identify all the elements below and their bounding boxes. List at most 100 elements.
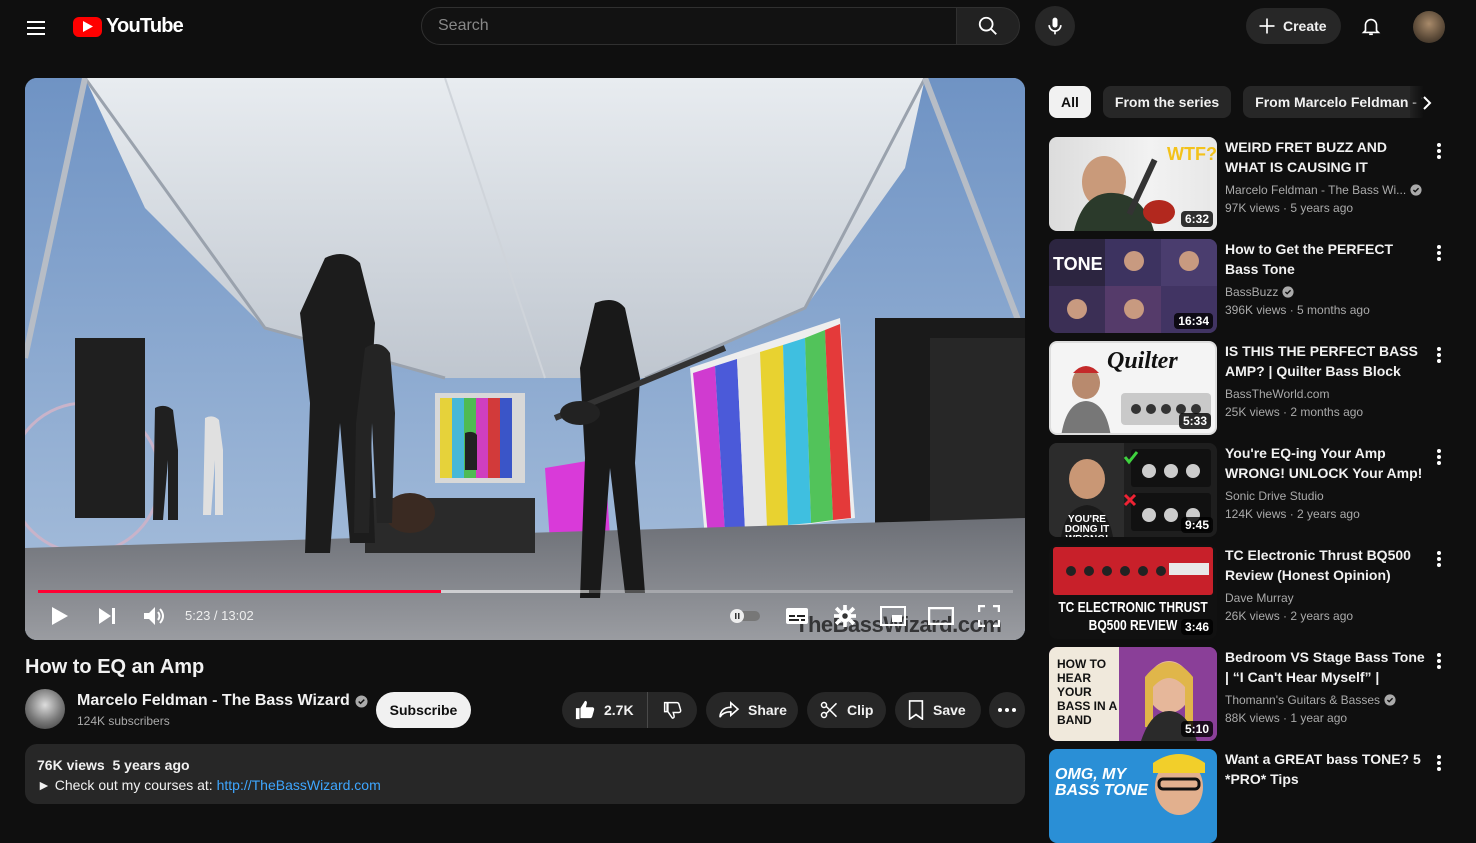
rec-title[interactable]: You're EQ-ing Your Amp WRONG! UNLOCK You…	[1225, 443, 1430, 483]
rec-title[interactable]: Bedroom VS Stage Bass Tone | “I Can't He…	[1225, 647, 1430, 687]
next-button[interactable]	[89, 598, 125, 634]
channel-name-row[interactable]: Marcelo Feldman - The Bass Wizard	[77, 692, 368, 710]
settings-button[interactable]	[827, 598, 863, 634]
save-button[interactable]: Save	[895, 692, 981, 728]
theater-mode-button[interactable]	[923, 598, 959, 634]
rec-channel-row[interactable]: BassBuzz	[1225, 285, 1294, 299]
description-meta: 76K views 5 years ago	[37, 757, 1013, 773]
recommendation-item[interactable]: HOW TO HEAR YOUR BASS IN A BAND 5:10 Bed…	[1049, 647, 1469, 741]
more-vertical-button[interactable]	[1429, 241, 1449, 265]
play-button[interactable]	[42, 598, 78, 634]
clip-button[interactable]: Clip	[807, 692, 886, 728]
rec-channel-row[interactable]: Thomann's Guitars & Basses	[1225, 693, 1396, 707]
more-vertical-icon	[1437, 449, 1441, 465]
scissors-icon	[820, 701, 838, 719]
rec-title[interactable]: WEIRD FRET BUZZ AND WHAT IS CAUSING IT	[1225, 137, 1430, 177]
rec-channel[interactable]: BassBuzz	[1225, 285, 1278, 299]
filter-chips: All From the series From Marcelo Feldman…	[1049, 86, 1439, 118]
skip-next-icon	[99, 608, 115, 624]
recommendation-item[interactable]: YOU'RE DOING IT WRONG! 9:45 You're EQ-in…	[1049, 443, 1469, 537]
video-player[interactable]: TheBassWizard.com 5:23 / 13:02	[25, 78, 1025, 640]
rec-title[interactable]: How to Get the PERFECT Bass Tone	[1225, 239, 1430, 279]
menu-icon[interactable]	[19, 10, 55, 46]
video-duration: 3:46	[1180, 619, 1213, 635]
more-vertical-button[interactable]	[1429, 751, 1449, 775]
chip-all[interactable]: All	[1049, 86, 1091, 118]
courses-link[interactable]: http://TheBassWizard.com	[217, 777, 381, 793]
chip-from-series[interactable]: From the series	[1102, 86, 1232, 118]
search-icon	[978, 16, 997, 35]
gear-icon	[834, 605, 856, 627]
more-vertical-button[interactable]	[1429, 649, 1449, 673]
subtitles-button[interactable]	[779, 598, 815, 634]
video-thumbnail[interactable]: YOU'RE DOING IT WRONG! 9:45	[1049, 443, 1217, 537]
rec-title[interactable]: Want a GREAT bass TONE? 5 *PRO* Tips	[1225, 749, 1430, 789]
rec-channel[interactable]: Thomann's Guitars & Basses	[1225, 693, 1380, 707]
video-duration: 9:45	[1180, 517, 1213, 533]
recommendation-item[interactable]: WTF? 6:32 WEIRD FRET BUZZ AND WHAT IS CA…	[1049, 137, 1469, 231]
autoplay-toggle[interactable]	[727, 598, 763, 634]
video-frame	[25, 78, 1025, 640]
video-thumbnail[interactable]: WTF? 6:32	[1049, 137, 1217, 231]
like-dislike-group: 2.7K	[562, 692, 697, 728]
thumbnail-text: OMG, MY BASS TONE	[1055, 766, 1149, 799]
rec-channel-row[interactable]: BassTheWorld.com	[1225, 387, 1329, 401]
rec-title[interactable]: TC Electronic Thrust BQ500 Review (Hones…	[1225, 545, 1430, 585]
player-controls: 5:23 / 13:02	[25, 598, 1025, 638]
like-button[interactable]: 2.7K	[562, 692, 648, 728]
progress-bar[interactable]	[38, 590, 1013, 593]
search-input[interactable]	[438, 17, 956, 35]
chips-next-button[interactable]	[1410, 86, 1444, 120]
description-box[interactable]: 76K views 5 years ago ► Check out my cou…	[25, 744, 1025, 804]
rec-meta: 88K views · 1 year ago	[1225, 711, 1348, 725]
share-button[interactable]: Share	[706, 692, 798, 728]
rec-channel[interactable]: BassTheWorld.com	[1225, 387, 1329, 401]
video-thumbnail[interactable]: TC ELECTRONIC THRUST BQ500 REVIEW 3:46	[1049, 545, 1217, 639]
more-actions-button[interactable]	[989, 692, 1025, 728]
video-thumbnail[interactable]: TONE 16:34	[1049, 239, 1217, 333]
account-avatar[interactable]	[1413, 11, 1445, 43]
video-thumbnail[interactable]: Quilter 5:33	[1049, 341, 1217, 435]
recommendation-item[interactable]: TONE 16:34 How to Get the PERFECT Bass T…	[1049, 239, 1469, 333]
rec-channel-row[interactable]: Sonic Drive Studio	[1225, 489, 1324, 503]
voice-search-button[interactable]	[1035, 6, 1075, 46]
channel-avatar[interactable]	[25, 689, 65, 729]
fullscreen-button[interactable]	[971, 598, 1007, 634]
more-vertical-icon	[1437, 143, 1441, 159]
more-vertical-icon	[1437, 245, 1441, 261]
description-text: ► Check out my courses at:	[37, 777, 217, 793]
fullscreen-icon	[978, 605, 1000, 627]
recommendation-item[interactable]: OMG, MY BASS TONE Want a GREAT bass TONE…	[1049, 749, 1469, 843]
rec-channel[interactable]: Sonic Drive Studio	[1225, 489, 1324, 503]
rec-channel-row[interactable]: Dave Murray	[1225, 591, 1294, 605]
channel-name[interactable]: Marcelo Feldman - The Bass Wizard	[77, 692, 350, 710]
search-button[interactable]	[956, 7, 1020, 45]
create-button[interactable]: Create	[1246, 8, 1341, 44]
rec-meta: 25K views · 2 months ago	[1225, 405, 1364, 419]
thumbs-up-icon	[575, 700, 595, 720]
video-thumbnail[interactable]: HOW TO HEAR YOUR BASS IN A BAND 5:10	[1049, 647, 1217, 741]
thumbnail-text: WTF?	[1167, 144, 1217, 164]
notifications-button[interactable]	[1351, 6, 1391, 46]
more-vertical-button[interactable]	[1429, 445, 1449, 469]
video-thumbnail[interactable]: OMG, MY BASS TONE	[1049, 749, 1217, 843]
top-bar: YouTube Create	[0, 0, 1476, 56]
like-count: 2.7K	[604, 702, 634, 718]
dislike-button[interactable]	[648, 692, 696, 728]
volume-button[interactable]	[136, 598, 172, 634]
youtube-play-icon	[73, 16, 102, 37]
time-display: 5:23 / 13:02	[185, 608, 254, 623]
subscribe-button[interactable]: Subscribe	[376, 692, 471, 728]
miniplayer-button[interactable]	[875, 598, 911, 634]
more-vertical-button[interactable]	[1429, 139, 1449, 163]
more-vertical-button[interactable]	[1429, 343, 1449, 367]
youtube-logo[interactable]: YouTube	[73, 15, 184, 38]
more-vertical-button[interactable]	[1429, 547, 1449, 571]
rec-channel[interactable]: Marcelo Feldman - The Bass Wi...	[1225, 183, 1406, 197]
rec-meta: 124K views · 2 years ago	[1225, 507, 1360, 521]
recommendation-item[interactable]: Quilter 5:33 IS THIS THE PERFECT BASS AM…	[1049, 341, 1469, 435]
rec-channel[interactable]: Dave Murray	[1225, 591, 1294, 605]
rec-channel-row[interactable]: Marcelo Feldman - The Bass Wi...	[1225, 183, 1422, 197]
recommendation-item[interactable]: TC ELECTRONIC THRUST BQ500 REVIEW 3:46 T…	[1049, 545, 1469, 639]
rec-title[interactable]: IS THIS THE PERFECT BASS AMP? | Quilter …	[1225, 341, 1430, 381]
